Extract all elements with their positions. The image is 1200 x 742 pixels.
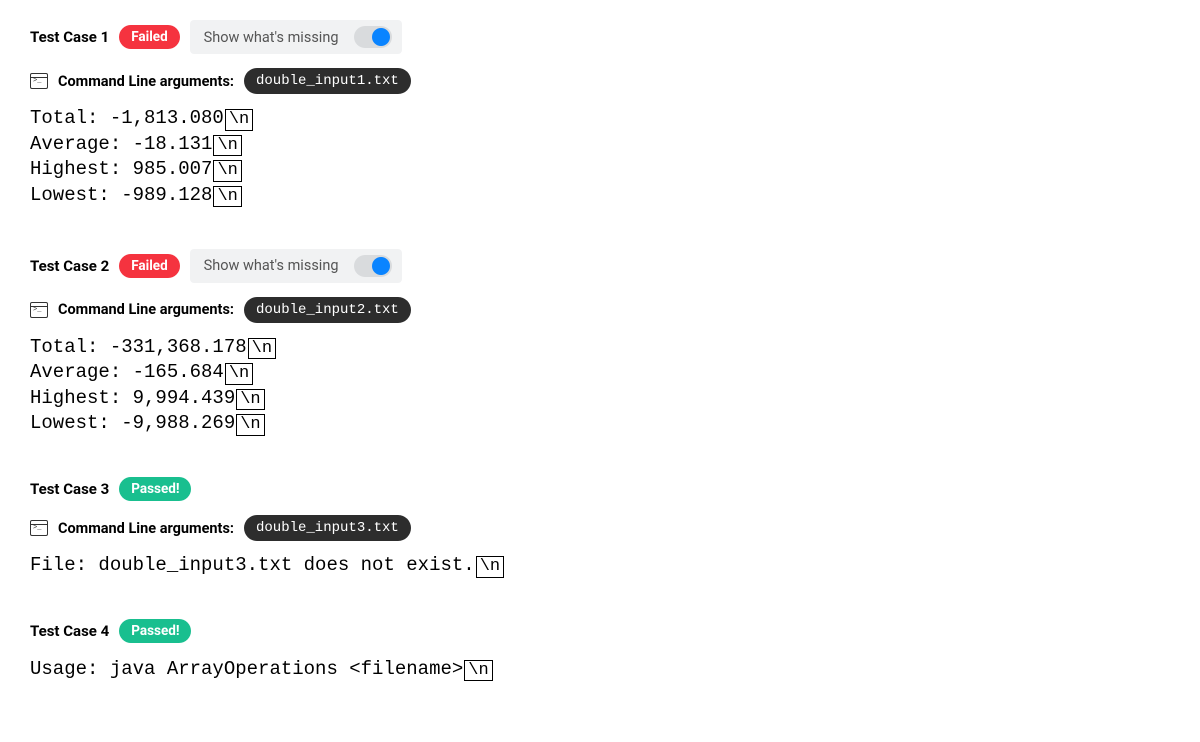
output-block: File: double_input3.txt does not exist.\… [30, 553, 1170, 579]
output-line: Lowest: -9,988.269\n [30, 411, 1170, 437]
status-badge: Passed! [119, 619, 191, 643]
output-block: Total: -331,368.178\nAverage: -165.684\n… [30, 335, 1170, 438]
newline-marker: \n [213, 135, 241, 157]
newline-marker: \n [248, 338, 276, 360]
toggle-switch[interactable] [354, 255, 392, 277]
output-line: Total: -1,813.080\n [30, 106, 1170, 132]
output-line: Total: -331,368.178\n [30, 335, 1170, 361]
show-missing-label: Show what's missing [204, 257, 339, 274]
output-text: File: double_input3.txt does not exist. [30, 554, 475, 576]
output-text: Lowest: -9,988.269 [30, 412, 235, 434]
terminal-icon [30, 520, 48, 536]
command-line-label: Command Line arguments: [58, 520, 234, 537]
newline-marker: \n [213, 160, 241, 182]
output-text: Highest: 985.007 [30, 158, 212, 180]
output-text: Usage: java ArrayOperations <filename> [30, 658, 463, 680]
output-line: Usage: java ArrayOperations <filename>\n [30, 657, 1170, 683]
output-block: Usage: java ArrayOperations <filename>\n [30, 657, 1170, 683]
command-line-label: Command Line arguments: [58, 301, 234, 318]
test-case-header: Test Case 3 Passed! [30, 477, 1170, 501]
test-case: Test Case 2 Failed Show what's missing Comm… [30, 249, 1170, 438]
test-case: Test Case 4 Passed! Usage: java ArrayOpera… [30, 619, 1170, 683]
show-missing-label: Show what's missing [204, 29, 339, 46]
output-text: Highest: 9,994.439 [30, 387, 235, 409]
command-line-label: Command Line arguments: [58, 73, 234, 90]
output-line: File: double_input3.txt does not exist.\… [30, 553, 1170, 579]
show-missing-toggle[interactable]: Show what's missing [190, 20, 403, 54]
terminal-icon [30, 302, 48, 318]
output-line: Highest: 985.007\n [30, 157, 1170, 183]
command-line-row: Command Line arguments: double_input1.txt [30, 68, 1170, 94]
terminal-icon [30, 73, 48, 89]
toggle-switch[interactable] [354, 26, 392, 48]
output-line: Average: -18.131\n [30, 132, 1170, 158]
test-case-header: Test Case 4 Passed! [30, 619, 1170, 643]
test-case-title: Test Case 1 [30, 28, 109, 46]
output-line: Highest: 9,994.439\n [30, 386, 1170, 412]
output-text: Average: -165.684 [30, 361, 224, 383]
status-badge: Failed [119, 25, 179, 49]
command-line-row: Command Line arguments: double_input2.txt [30, 297, 1170, 323]
test-case-header: Test Case 1 Failed Show what's missing [30, 20, 1170, 54]
test-case: Test Case 3 Passed! Command Line arguments… [30, 477, 1170, 579]
newline-marker: \n [213, 186, 241, 208]
test-case-title: Test Case 3 [30, 480, 109, 498]
output-text: Average: -18.131 [30, 133, 212, 155]
command-argument: double_input3.txt [244, 515, 411, 541]
output-line: Lowest: -989.128\n [30, 183, 1170, 209]
newline-marker: \n [225, 109, 253, 131]
output-text: Total: -1,813.080 [30, 107, 224, 129]
test-case: Test Case 1 Failed Show what's missing Comm… [30, 20, 1170, 209]
newline-marker: \n [236, 414, 264, 436]
test-case-header: Test Case 2 Failed Show what's missing [30, 249, 1170, 283]
newline-marker: \n [236, 389, 264, 411]
newline-marker: \n [225, 363, 253, 385]
output-text: Lowest: -989.128 [30, 184, 212, 206]
test-case-title: Test Case 4 [30, 622, 109, 640]
command-argument: double_input1.txt [244, 68, 411, 94]
command-argument: double_input2.txt [244, 297, 411, 323]
newline-marker: \n [464, 660, 492, 682]
status-badge: Failed [119, 254, 179, 278]
show-missing-toggle[interactable]: Show what's missing [190, 249, 403, 283]
output-block: Total: -1,813.080\nAverage: -18.131\nHig… [30, 106, 1170, 209]
status-badge: Passed! [119, 477, 191, 501]
command-line-row: Command Line arguments: double_input3.txt [30, 515, 1170, 541]
test-case-title: Test Case 2 [30, 257, 109, 275]
newline-marker: \n [476, 556, 504, 578]
output-text: Total: -331,368.178 [30, 336, 247, 358]
output-line: Average: -165.684\n [30, 360, 1170, 386]
